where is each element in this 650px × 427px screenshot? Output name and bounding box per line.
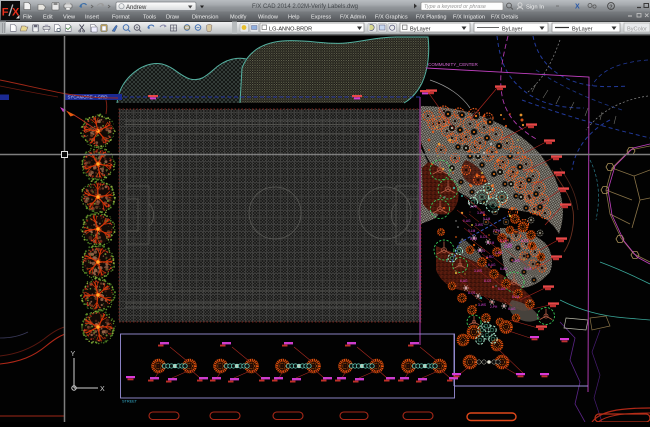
svg-text:6-AG: 6-AG [460, 279, 468, 283]
svg-text:F/X Admin: F/X Admin [340, 14, 366, 20]
svg-text:2-PH: 2-PH [505, 243, 513, 247]
svg-text:F: F [2, 7, 9, 19]
svg-text:3-WS: 3-WS [475, 223, 483, 227]
svg-text:F/X Details: F/X Details [491, 14, 519, 20]
svg-text:3-WS: 3-WS [478, 303, 486, 307]
svg-text:8-CS: 8-CS [521, 239, 528, 243]
svg-text:Sign In: Sign In [526, 4, 544, 10]
svg-text:F/X Planting: F/X Planting [416, 14, 446, 20]
svg-text:Edit: Edit [43, 14, 53, 20]
svg-text:F/X Irrigation: F/X Irrigation [453, 14, 485, 20]
svg-text:File: File [23, 14, 32, 20]
svg-text:Tools: Tools [143, 14, 156, 20]
svg-text:ByLayer: ByLayer [502, 26, 523, 32]
svg-text:LG-ANNO-BRDR: LG-ANNO-BRDR [269, 26, 312, 32]
svg-text:6-AG: 6-AG [498, 287, 506, 291]
svg-text:8-CS: 8-CS [470, 237, 477, 241]
svg-text:6-AG: 6-AG [500, 267, 508, 271]
svg-text:3-WS: 3-WS [512, 259, 520, 263]
svg-text:Y: Y [71, 351, 76, 358]
svg-text:F/X CAD 2014 2.02M-Verify L: F/X CAD 2014 2.02M-Verify Labels.dwg [252, 4, 358, 10]
svg-text:4-RO: 4-RO [495, 251, 503, 255]
svg-text:Express: Express [311, 14, 331, 20]
svg-text:6-AG: 6-AG [463, 219, 471, 223]
svg-text:8-CS: 8-CS [480, 235, 487, 239]
svg-text:Dimension: Dimension [192, 14, 218, 20]
svg-text:ByColor: ByColor [627, 26, 647, 32]
svg-text:Type a keyword or phrase: Type a keyword or phrase [424, 4, 486, 10]
svg-text:2-PH: 2-PH [490, 305, 498, 309]
svg-text:Modify: Modify [230, 14, 247, 20]
svg-text:Help: Help [288, 14, 300, 20]
svg-text:8-CS: 8-CS [468, 291, 475, 295]
svg-text:8-CS: 8-CS [484, 279, 491, 283]
svg-text:X: X [575, 4, 580, 11]
svg-text:6-AG: 6-AG [508, 307, 516, 311]
svg-text:View: View [63, 14, 76, 20]
svg-text:Draw: Draw [166, 14, 180, 20]
svg-text:5-LM: 5-LM [487, 241, 495, 245]
svg-text:Insert: Insert [85, 14, 99, 20]
svg-text:Andrew: Andrew [126, 5, 147, 11]
svg-text:X: X [100, 386, 105, 393]
svg-text:ByLayer: ByLayer [572, 26, 593, 32]
svg-text:5-LM: 5-LM [524, 267, 532, 271]
svg-text:Format: Format [112, 14, 130, 20]
svg-text:5-LM: 5-LM [483, 217, 491, 221]
svg-text:STREET: STREET [122, 400, 138, 404]
svg-text:2-PH: 2-PH [470, 205, 478, 209]
svg-text:3-WS: 3-WS [477, 211, 485, 215]
svg-text:5-LM: 5-LM [512, 295, 520, 299]
svg-text:ByLayer: ByLayer [410, 26, 431, 32]
svg-text:6-AG: 6-AG [488, 263, 496, 267]
svg-text:Window: Window [258, 14, 279, 20]
svg-text:COMMUNITY_CENTER: COMMUNITY_CENTER [428, 62, 478, 67]
svg-text:F/X Graphics: F/X Graphics [375, 14, 408, 20]
